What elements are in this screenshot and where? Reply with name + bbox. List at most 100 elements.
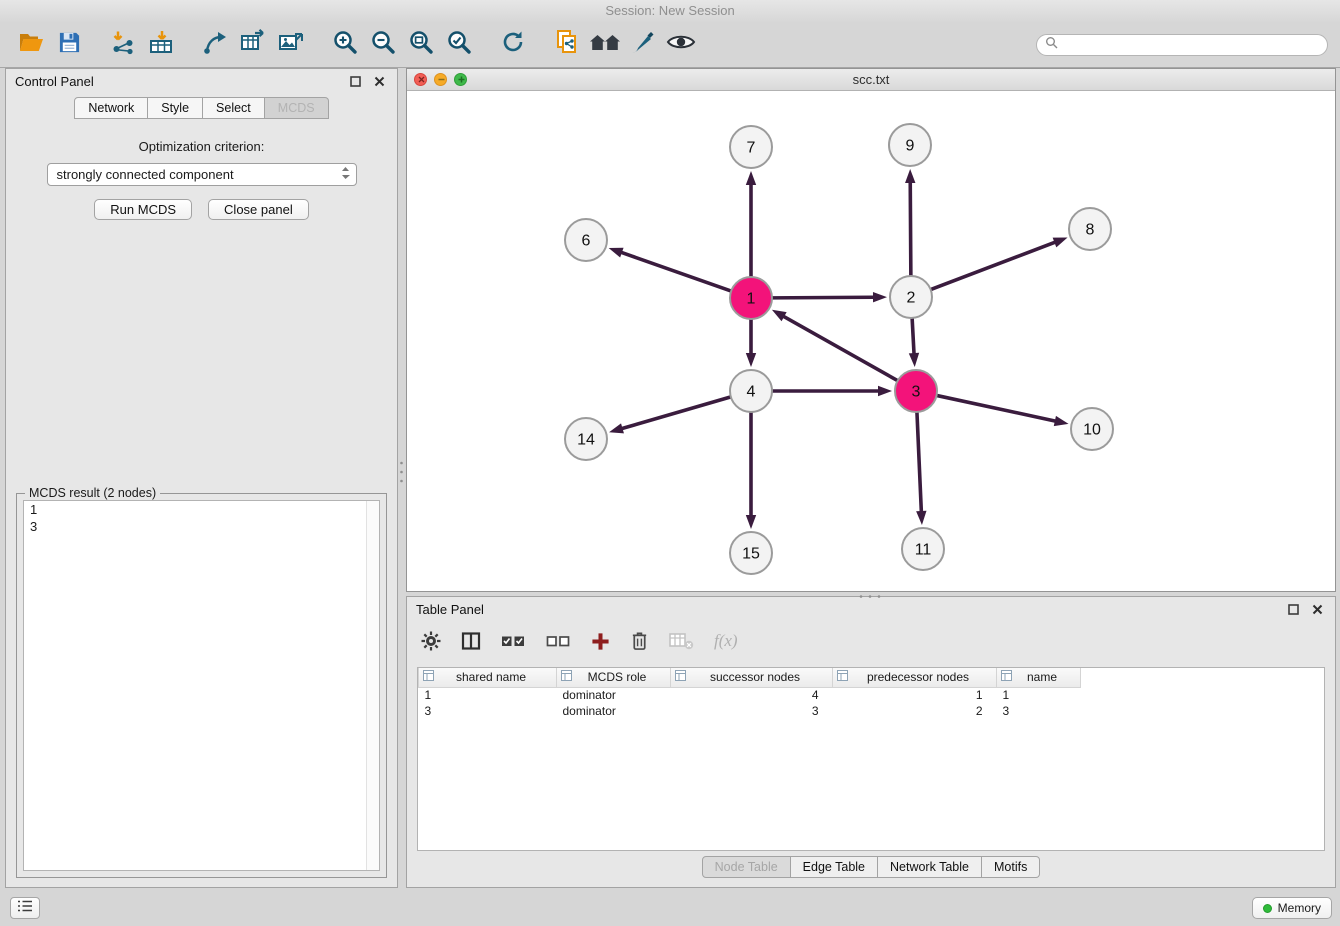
graph-edge-4-14[interactable] (622, 397, 730, 429)
delete-column-button[interactable] (630, 629, 649, 653)
tab-network-table[interactable]: Network Table (878, 856, 982, 878)
vertical-splitter-grip[interactable] (398, 458, 405, 491)
close-panel-button[interactable]: Close panel (208, 199, 309, 220)
save-session-button[interactable] (50, 27, 88, 63)
memory-button[interactable]: Memory (1252, 897, 1332, 919)
column-header-shared-name[interactable]: shared name (419, 668, 557, 687)
column-header-successor-nodes[interactable]: successor nodes (671, 668, 833, 687)
network-window-titlebar: scc.txt (407, 69, 1335, 91)
home-button[interactable] (586, 27, 624, 63)
graph-edge-3-1[interactable] (784, 317, 898, 381)
refresh-icon (500, 29, 526, 60)
graph-edge-arrow-4-3 (878, 386, 892, 396)
graph-node-label-2: 2 (907, 290, 916, 307)
show-columns-button[interactable] (461, 629, 481, 653)
tab-style[interactable]: Style (148, 97, 203, 119)
apply-layout-button[interactable] (494, 27, 532, 63)
control-panel: Control Panel Network Style Select MCDS … (5, 68, 398, 888)
deselect-all-button[interactable] (546, 629, 571, 653)
graph-edge-3-11[interactable] (917, 412, 921, 511)
tab-edge-table[interactable]: Edge Table (791, 856, 878, 878)
clone-network-icon (554, 29, 580, 60)
table-row[interactable]: 1 dominator 4 1 1 (419, 687, 1325, 703)
cell-successor-nodes[interactable]: 4 (671, 687, 833, 703)
table-panel-tabs: Node Table Edge Table Network Table Moti… (407, 856, 1335, 878)
close-table-panel-icon[interactable] (1308, 601, 1326, 617)
tab-motifs[interactable]: Motifs (982, 856, 1040, 878)
open-folder-icon (18, 30, 44, 59)
close-panel-icon[interactable] (370, 73, 388, 89)
column-tree-icon (1001, 670, 1012, 684)
zoom-out-icon (370, 29, 396, 60)
graph-node-label-4: 4 (747, 384, 756, 401)
memory-status-dot (1263, 904, 1272, 913)
run-mcds-button[interactable]: Run MCDS (94, 199, 192, 220)
window-titlebar: Session: New Session (0, 0, 1340, 22)
new-network-button[interactable] (196, 27, 234, 63)
zoom-in-button[interactable] (326, 27, 364, 63)
open-session-button[interactable] (12, 27, 50, 63)
graph-edge-arrow-4-14 (609, 423, 624, 433)
import-network-button[interactable] (104, 27, 142, 63)
mcds-result-title: MCDS result (2 nodes) (25, 486, 160, 500)
export-image-button[interactable] (272, 27, 310, 63)
tab-mcds[interactable]: MCDS (265, 97, 329, 119)
show-hide-button[interactable] (662, 27, 700, 63)
node-table: shared name MCDS role successor nodes pr… (417, 667, 1325, 851)
zoom-fit-icon (408, 29, 434, 60)
cell-mcds-role[interactable]: dominator (557, 687, 671, 703)
search-input[interactable] (1063, 38, 1319, 52)
tab-node-table[interactable]: Node Table (702, 856, 791, 878)
cell-successor-nodes[interactable]: 3 (671, 703, 833, 719)
float-panel-icon[interactable] (346, 73, 364, 89)
cell-predecessor-nodes[interactable]: 1 (833, 687, 997, 703)
optimization-criterion-select[interactable]: strongly connected component (47, 163, 357, 186)
graph-edge-2-9[interactable] (910, 183, 911, 276)
mcds-result-list[interactable]: 1 3 (23, 500, 380, 871)
table-settings-button[interactable] (421, 629, 441, 653)
panel-menu-button[interactable] (10, 897, 40, 919)
paint-brush-icon (630, 29, 656, 60)
cell-predecessor-nodes[interactable]: 2 (833, 703, 997, 719)
graph-node-label-6: 6 (582, 233, 591, 250)
float-table-panel-icon[interactable] (1284, 601, 1302, 617)
mcds-result-item: 3 (24, 518, 379, 535)
select-all-button[interactable] (501, 629, 526, 653)
graph-edge-arrow-1-6 (609, 248, 624, 258)
mcds-result-group: MCDS result (2 nodes) 1 3 (16, 493, 387, 878)
graph-edge-arrow-3-1 (772, 310, 787, 321)
column-header-name[interactable]: name (997, 668, 1081, 687)
zoom-out-button[interactable] (364, 27, 402, 63)
export-table-button[interactable] (234, 27, 272, 63)
zoom-fit-button[interactable] (402, 27, 440, 63)
global-search[interactable] (1036, 34, 1328, 56)
horizontal-splitter-grip[interactable] (856, 587, 884, 605)
zoom-selected-button[interactable] (440, 27, 478, 63)
cell-name[interactable]: 3 (997, 703, 1081, 719)
clone-network-button[interactable] (548, 27, 586, 63)
graph-edge-arrow-1-2 (873, 292, 887, 302)
cell-mcds-role[interactable]: dominator (557, 703, 671, 719)
tab-select[interactable]: Select (203, 97, 265, 119)
column-tree-icon (561, 670, 572, 684)
column-header-predecessor-nodes[interactable]: predecessor nodes (833, 668, 997, 687)
table-row[interactable]: 3 dominator 3 2 3 (419, 703, 1325, 719)
add-column-button[interactable] (591, 629, 610, 653)
result-scrollbar-track[interactable] (366, 501, 379, 870)
column-tree-icon (837, 670, 848, 684)
graph-edge-arrow-2-8 (1053, 238, 1068, 248)
cell-shared-name[interactable]: 3 (419, 703, 557, 719)
graph-edge-2-8[interactable] (931, 242, 1055, 289)
graph-edge-1-6[interactable] (622, 253, 731, 291)
cell-name[interactable]: 1 (997, 687, 1081, 703)
network-graph[interactable]: 7968124314101511 (407, 91, 1335, 591)
cell-shared-name[interactable]: 1 (419, 687, 557, 703)
network-window-title: scc.txt (407, 72, 1335, 87)
graph-edge-3-10[interactable] (937, 395, 1055, 421)
tab-network[interactable]: Network (74, 97, 148, 119)
column-header-mcds-role[interactable]: MCDS role (557, 668, 671, 687)
import-table-button[interactable] (142, 27, 180, 63)
graph-edge-1-2[interactable] (772, 297, 873, 298)
graph-edge-2-3[interactable] (912, 318, 914, 353)
style-brush-button[interactable] (624, 27, 662, 63)
